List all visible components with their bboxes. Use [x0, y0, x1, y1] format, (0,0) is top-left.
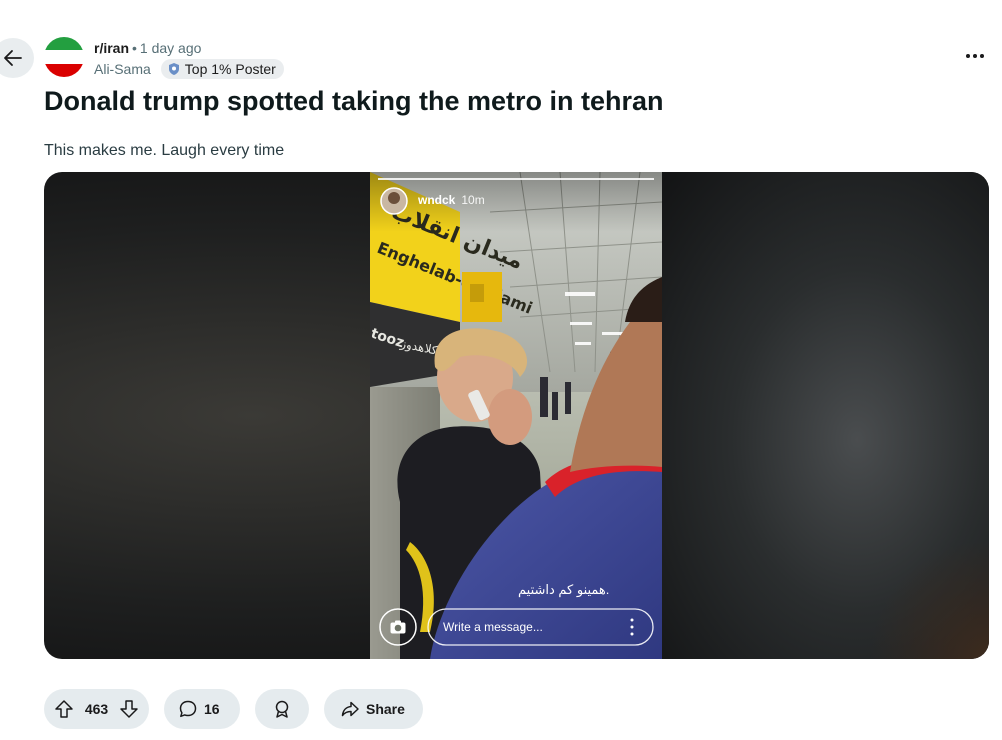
share-icon [341, 701, 359, 717]
upvote-icon[interactable] [54, 699, 74, 719]
vote-count: 463 [84, 701, 109, 717]
comments-button[interactable]: 16 [164, 689, 240, 729]
post-time: 1 day ago [139, 40, 202, 56]
post-media[interactable]: Enghelab-e Eslami میدان انقلاب tooz دست:… [44, 172, 989, 659]
comment-count: 16 [204, 701, 220, 717]
more-icon [966, 54, 970, 58]
award-button[interactable] [255, 689, 309, 729]
back-button[interactable] [0, 38, 34, 78]
camera-button[interactable] [389, 618, 407, 636]
post-body: This makes me. Laugh every time [44, 142, 285, 159]
message-input[interactable]: Write a message... [443, 620, 543, 634]
post-meta: r/iran • 1 day ago [94, 39, 201, 57]
story-time: 10m [461, 193, 485, 207]
comment-icon [179, 700, 197, 718]
author-row: Ali-Sama Top 1% Poster [94, 59, 284, 79]
share-label: Share [366, 701, 405, 717]
subreddit-avatar[interactable] [44, 37, 84, 77]
vote-control: 463 [44, 689, 149, 729]
back-arrow-icon [4, 50, 22, 66]
camera-icon [390, 620, 406, 634]
share-button[interactable]: Share [324, 689, 423, 729]
meta-separator: • [132, 40, 137, 56]
award-icon [275, 700, 289, 718]
story-username: wndck [418, 193, 456, 207]
story-image: Enghelab-e Eslami میدان انقلاب tooz دست:… [370, 172, 662, 659]
story-caption: همینو کم داشتیم. [518, 582, 610, 597]
metro-photo: Enghelab-e Eslami میدان انقلاب tooz دست:… [370, 172, 662, 659]
post-title[interactable]: Donald trump spotted taking the metro in… [44, 84, 664, 118]
flair-label: Top 1% Poster [184, 61, 276, 77]
action-bar: 463 16 Share [44, 689, 423, 729]
more-options-button[interactable] [966, 50, 988, 62]
downvote-icon[interactable] [119, 699, 139, 719]
author-link[interactable]: Ali-Sama [94, 60, 151, 78]
flair-icon [168, 63, 179, 75]
media-blur-background [659, 172, 989, 659]
subreddit-link[interactable]: r/iran [94, 40, 129, 56]
user-flair: Top 1% Poster [160, 59, 284, 79]
